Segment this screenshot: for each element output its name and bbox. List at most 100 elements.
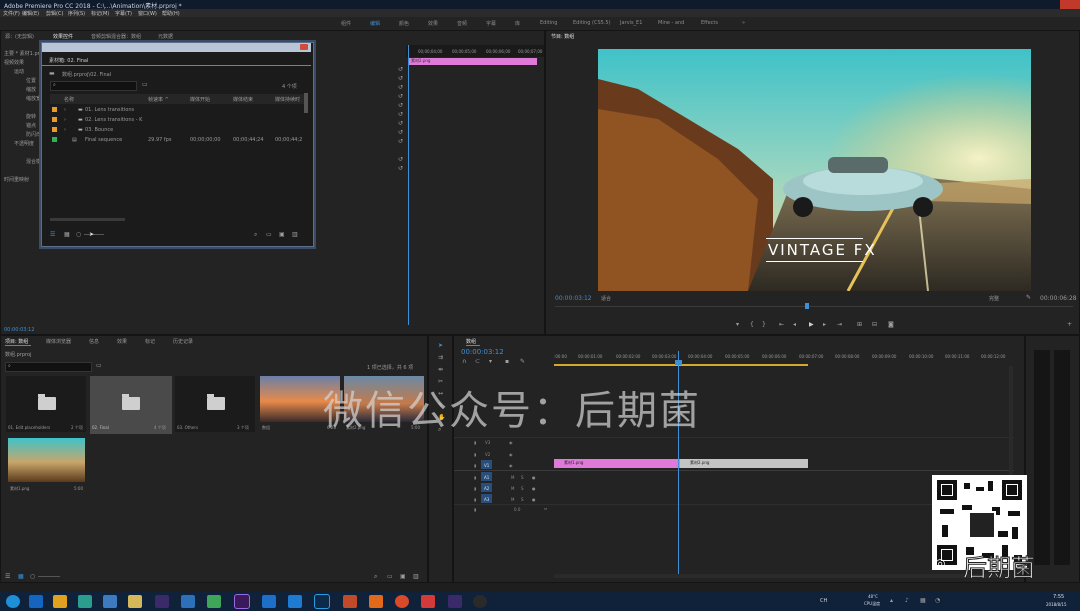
tab-timeline[interactable]: 数组 (466, 338, 476, 345)
tab-history[interactable]: 历史记录 (173, 338, 193, 345)
selection-tool-icon[interactable]: ➤ (438, 342, 443, 349)
program-timecode[interactable]: 00:00:03:12 (555, 295, 592, 302)
ws-editing-cs55[interactable]: Editing (CS5.5) (573, 20, 611, 26)
list-item[interactable]: › ▬ 02. Lens transitions - K (50, 115, 303, 125)
new-bin-icon[interactable]: ▭ (142, 81, 148, 88)
linked-selection-icon[interactable]: ⊂ (475, 358, 480, 365)
eye-icon[interactable]: ◉ (509, 440, 513, 445)
ec-clip-bar[interactable]: 素材2.png (409, 58, 537, 65)
timeline-ruler[interactable]: :00:00 00:00:01:00 00:00:02:00 00:00:03:… (554, 351, 1014, 361)
col-media-duration[interactable]: 媒体持续时 (275, 96, 300, 103)
network-icon[interactable]: ▦ (920, 597, 926, 604)
ws-libraries[interactable]: 库 (515, 20, 520, 27)
new-bin-icon[interactable]: ▭ (387, 573, 393, 580)
mute-button[interactable]: M (511, 475, 514, 480)
app-icon[interactable] (103, 595, 117, 608)
dialog-close-button[interactable] (300, 44, 308, 50)
after-effects-icon[interactable] (448, 595, 462, 608)
wrench-icon[interactable]: ✎ (1026, 294, 1031, 301)
ws-assembly[interactable]: 组件 (341, 20, 351, 27)
new-item-icon[interactable]: ▣ (400, 573, 406, 580)
ws-editing[interactable]: 编辑 (370, 20, 380, 27)
mark-in-icon[interactable]: { (750, 321, 754, 328)
search-icon[interactable]: ⌕ (254, 231, 257, 239)
start-button-icon[interactable] (6, 595, 20, 608)
project-item-image[interactable] (8, 438, 85, 482)
snap-icon[interactable]: ∩ (462, 358, 466, 365)
app-icon[interactable] (421, 595, 435, 608)
lock-icon[interactable]: ▮ (474, 463, 476, 468)
list-view-icon[interactable]: ☰ (5, 573, 10, 580)
timeline-hscroll[interactable] (554, 574, 1009, 578)
mic-icon[interactable]: ● (532, 486, 536, 491)
reset-icon[interactable]: ↺ (398, 138, 403, 145)
lock-icon[interactable]: ▮ (474, 486, 476, 491)
ec-playhead[interactable] (408, 45, 409, 325)
reset-icon[interactable]: ↺ (398, 66, 403, 73)
wrench-icon[interactable]: ✎ (520, 358, 525, 365)
solo-button[interactable]: S (521, 486, 524, 491)
ec-row-anchor[interactable]: 锚点 (26, 122, 36, 129)
ws-editing-en[interactable]: Editing (540, 20, 557, 26)
zoom-slider-icon[interactable]: ○ (76, 231, 81, 238)
premiere-icon[interactable] (234, 594, 250, 609)
clock-time[interactable]: 7:55 (1053, 594, 1064, 600)
mute-button[interactable]: M (511, 497, 514, 502)
mic-icon[interactable]: ● (532, 475, 536, 480)
add-marker-icon[interactable]: ▾ (489, 358, 492, 365)
app-icon[interactable] (181, 595, 195, 608)
trash-icon[interactable]: ▥ (292, 231, 298, 238)
reset-icon[interactable]: ↺ (398, 120, 403, 127)
ie-icon[interactable] (29, 595, 43, 608)
ws-mine[interactable]: Mine - and (658, 20, 684, 26)
dialog-scrollbar[interactable] (304, 93, 308, 113)
tab-info[interactable]: 信息 (89, 338, 99, 345)
volume-icon[interactable]: ◔ (935, 597, 940, 604)
reset-icon[interactable]: ↺ (398, 165, 403, 172)
track-select-tool-icon[interactable]: ⇉ (438, 354, 443, 361)
maximize-button[interactable] (1040, 0, 1060, 9)
tab-project[interactable]: 项目: 数组 (5, 338, 28, 345)
lift-icon[interactable]: ⊞ (857, 321, 862, 328)
minimize-button[interactable] (1020, 0, 1040, 9)
ws-effects[interactable]: 效果 (428, 20, 438, 27)
goto-in-icon[interactable]: ⇤ (779, 321, 784, 328)
list-view-icon[interactable]: ☰ (50, 231, 55, 238)
reset-icon[interactable]: ↺ (398, 156, 403, 163)
step-back-icon[interactable]: ◂ (793, 321, 796, 328)
ec-row-opacity[interactable]: 不透明度 (14, 140, 34, 147)
search-icon[interactable]: ⌕ (374, 573, 377, 581)
explorer-icon[interactable] (128, 595, 142, 608)
timeline-clip[interactable]: 素材1.png (554, 459, 680, 468)
tray-icon[interactable]: ▴ (890, 597, 893, 604)
app-icon[interactable] (473, 595, 487, 608)
ripple-edit-tool-icon[interactable]: ⇹ (438, 366, 443, 373)
app-icon[interactable] (369, 595, 383, 608)
photoshop-icon[interactable] (314, 594, 330, 609)
tray-icon[interactable]: ♪ (905, 597, 909, 604)
solo-button[interactable]: S (521, 475, 524, 480)
list-item[interactable]: ▤ Final sequence 29.97 fps 00;00;00;00 0… (50, 135, 303, 145)
expand-icon[interactable]: › (64, 127, 66, 133)
ec-row-position[interactable]: 位置 (26, 77, 36, 84)
tab-audio-mixer[interactable]: 音频剪辑混合器：数组 (91, 33, 141, 40)
master-volume[interactable]: 0.0 (514, 507, 520, 512)
clock-date[interactable]: 2018/8/15 (1046, 602, 1067, 607)
menu-window[interactable]: 窗口(W) (138, 10, 157, 17)
trash-icon[interactable]: ▥ (413, 573, 419, 580)
mark-out-icon[interactable]: } (762, 321, 766, 328)
app-icon[interactable] (78, 595, 92, 608)
menu-clip[interactable]: 剪辑(C) (46, 10, 63, 17)
zoom-slider-icon[interactable]: ○ (30, 573, 35, 580)
app-icon[interactable] (262, 595, 276, 608)
tab-metadata[interactable]: 元数据 (158, 33, 173, 40)
project-item-folder[interactable] (6, 376, 86, 432)
app-icon[interactable] (53, 595, 67, 608)
reset-icon[interactable]: ↺ (398, 102, 403, 109)
goto-out-icon[interactable]: ⇥ (837, 321, 842, 328)
app-icon[interactable] (288, 595, 302, 608)
dialog-titlebar[interactable] (42, 43, 311, 52)
lock-icon[interactable]: ▮ (474, 497, 476, 502)
camera-icon[interactable]: ◙ (888, 321, 894, 328)
tab-media-browser[interactable]: 媒体浏览器 (46, 338, 71, 345)
